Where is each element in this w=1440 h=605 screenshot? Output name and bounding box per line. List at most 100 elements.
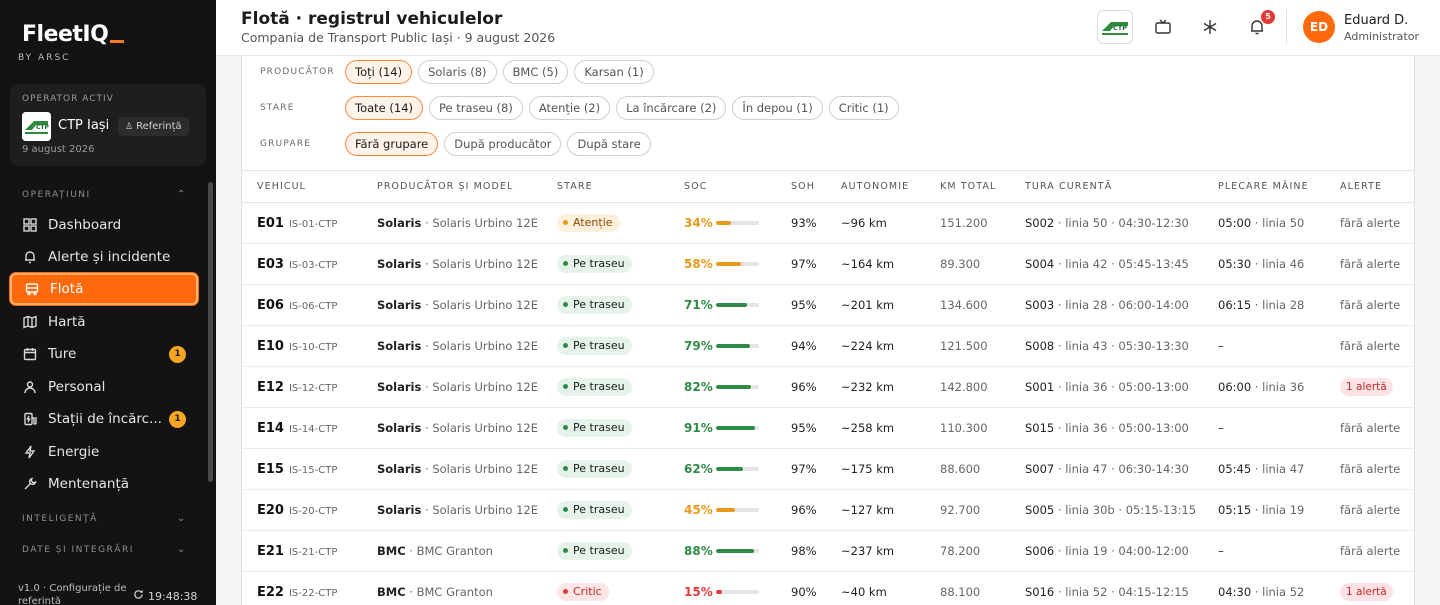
chip-producer-solaris[interactable]: Solaris (8) — [418, 60, 497, 84]
vehicle-id[interactable]: E22 — [257, 585, 284, 600]
vehicle-cell[interactable]: E12 IS-12-CTP — [242, 366, 362, 408]
vehicle-cell[interactable]: E10 IS-10-CTP — [242, 325, 362, 367]
user-role: Administrator — [1344, 30, 1419, 43]
vehicle-id[interactable]: E10 — [257, 339, 284, 354]
sidebar-scrollbar[interactable] — [208, 182, 213, 482]
shift-code: S004 — [1025, 257, 1055, 271]
sidebar-item-map[interactable]: Hartă — [10, 306, 198, 338]
separator: · — [421, 216, 433, 230]
soc-bar — [716, 385, 759, 389]
vehicle-id[interactable]: E15 — [257, 462, 284, 477]
col-current-shift[interactable]: TURA CURENTĂ — [1010, 170, 1203, 203]
soc-bar-fill — [716, 344, 750, 348]
sidebar-item-energy[interactable]: Energie — [10, 436, 198, 468]
vehicle-cell[interactable]: E01 IS-01-CTP — [242, 202, 362, 244]
col-km-total[interactable]: KM TOTAL — [925, 170, 1010, 203]
operator-date: 9 august 2026 — [22, 144, 95, 155]
avatar[interactable]: ED — [1303, 11, 1335, 43]
user-name[interactable]: Eduard D. — [1344, 13, 1408, 28]
col-soc[interactable]: SOC — [669, 170, 776, 203]
chip-group-none[interactable]: Fără grupare — [345, 132, 439, 156]
sidebar-item-personnel[interactable]: Personal — [10, 371, 198, 403]
separator: · — [1251, 585, 1263, 599]
vehicle-id[interactable]: E12 — [257, 380, 284, 395]
operator-card[interactable]: OPERATOR ACTIV CTP CTP Iași ♙ Referință 9… — [10, 84, 206, 166]
app-byline: BY ARSC — [18, 53, 71, 63]
sidebar-item-charging-stations[interactable]: Stații de încărc... 1 — [10, 403, 198, 435]
app-logo[interactable]: FleetIQ — [22, 22, 125, 47]
soh-cell: 96% — [776, 489, 826, 531]
section-inteligenta[interactable]: INTELIGENȚĂ ⌄ — [22, 513, 185, 524]
col-departure-tomorrow[interactable]: PLECARE MÂINE — [1203, 170, 1325, 203]
sidebar-item-fleet[interactable]: Flotă — [10, 273, 198, 305]
operator-logo[interactable]: CTP — [1097, 10, 1133, 44]
chip-producer-all[interactable]: Toți (14) — [345, 60, 413, 84]
sidebar-item-maintenance[interactable]: Mentenanță — [10, 468, 198, 500]
vehicle-id[interactable]: E03 — [257, 257, 284, 272]
sidebar-item-shifts[interactable]: Ture 1 — [10, 338, 198, 370]
table-row[interactable]: E21 IS-21-CTP BMC · BMC Granton Pe traseu 88… — [242, 530, 1414, 572]
departure-cell: 06:00 · linia 36 — [1203, 366, 1325, 408]
chip-producer-karsan[interactable]: Karsan (1) — [574, 60, 654, 84]
vehicle-id[interactable]: E21 — [257, 544, 284, 559]
vehicle-id[interactable]: E20 — [257, 503, 284, 518]
sidebar-item-label: Stații de încărc... — [48, 411, 162, 427]
col-status[interactable]: STARE — [542, 170, 669, 203]
table-row[interactable]: E12 IS-12-CTP Solaris · Solaris Urbino 12E… — [242, 366, 1414, 408]
vehicle-cell[interactable]: E21 IS-21-CTP — [242, 530, 362, 572]
vehicle-table: VEHICUL PRODUCĂTOR ȘI MODEL STARE SOC SO… — [242, 170, 1414, 605]
vehicle-cell[interactable]: E03 IS-03-CTP — [242, 243, 362, 285]
alerts-cell: fără alerte — [1325, 407, 1414, 449]
soc-bar-fill — [716, 262, 741, 266]
table-row[interactable]: E15 IS-15-CTP Solaris · Solaris Urbino 12E… — [242, 448, 1414, 490]
vehicle-id[interactable]: E14 — [257, 421, 284, 436]
sidebar-item-label: Alerte și incidente — [48, 249, 171, 265]
chip-producer-bmc[interactable]: BMC (5) — [502, 60, 569, 84]
vehicle-id[interactable]: E01 — [257, 216, 284, 231]
alert-badge[interactable]: 1 alertă — [1340, 378, 1393, 396]
section-operatiuni[interactable]: OPERAȚIUNI ⌃ — [22, 189, 185, 200]
table-row[interactable]: E01 IS-01-CTP Solaris · Solaris Urbino 12E… — [242, 202, 1414, 244]
shift-cell: S004 · linia 42 · 05:45-13:45 — [1010, 243, 1203, 285]
vehicle-cell[interactable]: E22 IS-22-CTP — [242, 571, 362, 605]
col-alerts[interactable]: ALERTE — [1325, 170, 1414, 203]
sidebar-item-alerts[interactable]: Alerte și incidente — [10, 241, 198, 273]
chip-status-on-route[interactable]: Pe traseu (8) — [429, 96, 523, 120]
snowflake-icon[interactable] — [1201, 18, 1219, 36]
vehicle-cell[interactable]: E06 IS-06-CTP — [242, 284, 362, 326]
table-row[interactable]: E20 IS-20-CTP Solaris · Solaris Urbino 12E… — [242, 489, 1414, 531]
tv-icon[interactable] — [1154, 18, 1172, 36]
vehicle-cell[interactable]: E15 IS-15-CTP — [242, 448, 362, 490]
table-row[interactable]: E22 IS-22-CTP BMC · BMC Granton Critic 15% 90… — [242, 571, 1414, 605]
chip-group-producer[interactable]: După producător — [444, 132, 562, 156]
soc-bar-fill — [716, 221, 731, 225]
shift-code: S003 — [1025, 298, 1055, 312]
chip-status-all[interactable]: Toate (14) — [345, 96, 423, 120]
col-range[interactable]: AUTONOMIE — [826, 170, 925, 203]
chip-status-depot[interactable]: În depou (1) — [732, 96, 823, 120]
vehicle-id[interactable]: E06 — [257, 298, 284, 313]
status-dot — [563, 302, 568, 307]
chip-status-warning[interactable]: Atenție (2) — [528, 96, 611, 120]
table-row[interactable]: E14 IS-14-CTP Solaris · Solaris Urbino 12E… — [242, 407, 1414, 449]
bell-icon — [22, 249, 38, 265]
alerts-cell: fără alerte — [1325, 325, 1414, 367]
table-row[interactable]: E06 IS-06-CTP Solaris · Solaris Urbino 12E… — [242, 284, 1414, 326]
section-date-integrari[interactable]: DATE ȘI INTEGRĂRI ⌄ — [22, 544, 185, 555]
departure-cell: 06:15 · linia 28 — [1203, 284, 1325, 326]
chip-status-critical[interactable]: Critic (1) — [828, 96, 899, 120]
col-producer-model[interactable]: PRODUCĂTOR ȘI MODEL — [362, 170, 542, 203]
soc-percent: 58% — [684, 257, 713, 271]
col-vehicle[interactable]: VEHICUL — [242, 170, 362, 203]
chip-group-status[interactable]: După stare — [567, 132, 651, 156]
table-row[interactable]: E10 IS-10-CTP Solaris · Solaris Urbino 12E… — [242, 325, 1414, 367]
alert-badge[interactable]: 1 alertă — [1340, 583, 1393, 601]
col-soh[interactable]: SOH — [776, 170, 826, 203]
vehicle-cell[interactable]: E20 IS-20-CTP — [242, 489, 362, 531]
vehicle-cell[interactable]: E14 IS-14-CTP — [242, 407, 362, 449]
table-row[interactable]: E03 IS-03-CTP Solaris · Solaris Urbino 12E… — [242, 243, 1414, 285]
departure-time: 05:30 — [1218, 257, 1252, 271]
sidebar-item-dashboard[interactable]: Dashboard — [10, 209, 198, 241]
chip-status-charging[interactable]: La încărcare (2) — [616, 96, 727, 120]
refresh-icon[interactable] — [133, 589, 144, 603]
